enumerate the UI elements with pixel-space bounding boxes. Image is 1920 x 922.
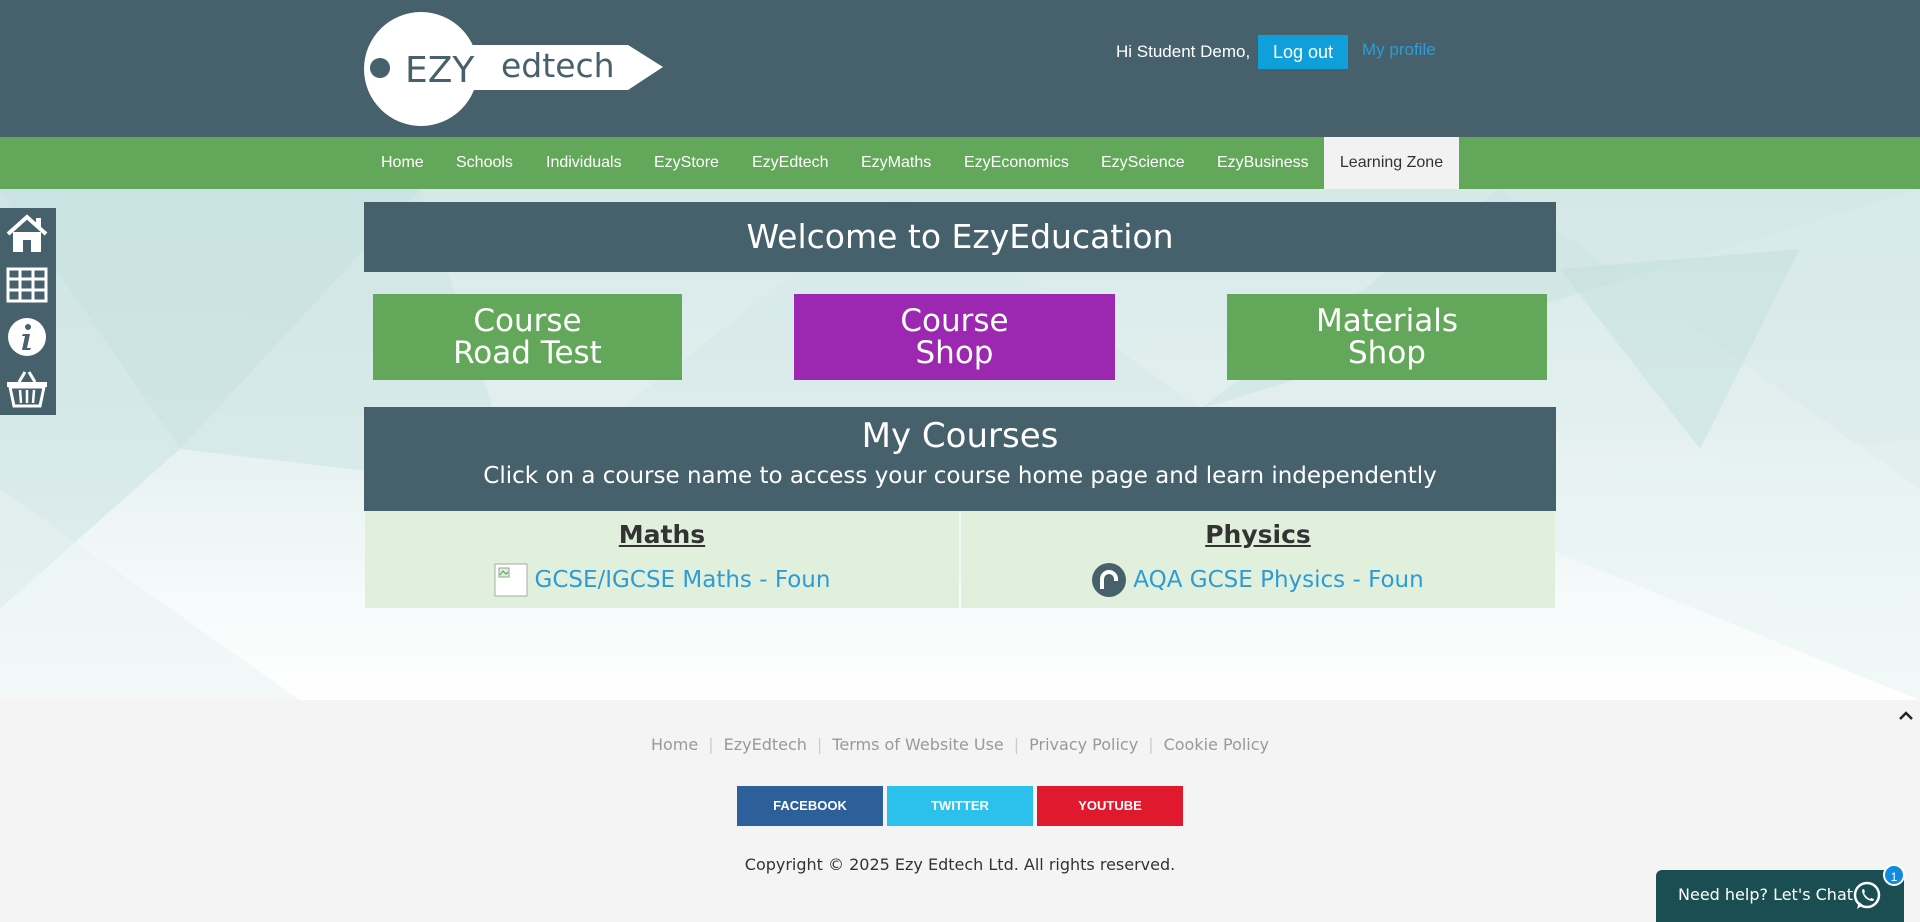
nav-item-learning-zone[interactable]: Learning Zone bbox=[1324, 137, 1459, 189]
welcome-banner: Welcome to EzyEducation bbox=[364, 202, 1556, 272]
footer-links: Home | EzyEdtech | Terms of Website Use | Priv… bbox=[0, 735, 1920, 754]
nav-item-ezyscience[interactable]: EzyScience bbox=[1101, 137, 1185, 189]
materials-shop-tile[interactable]: Materials Shop bbox=[1227, 294, 1547, 380]
whatsapp-icon bbox=[1853, 881, 1881, 909]
my-courses-header: My Courses Click on a course name to acc… bbox=[364, 407, 1556, 511]
site-footer: Home | EzyEdtech | Terms of Website Use | Priv… bbox=[0, 700, 1920, 922]
logo-text-ezy: EZY bbox=[405, 50, 475, 91]
course-road-test-tile[interactable]: Course Road Test bbox=[373, 294, 682, 380]
ezy-edtech-logo[interactable]: EZY edtech bbox=[363, 10, 663, 128]
nav-item-ezystore[interactable]: EzyStore bbox=[654, 137, 719, 189]
chevron-up-icon[interactable] bbox=[1896, 706, 1916, 726]
home-icon[interactable] bbox=[5, 212, 49, 256]
course-name: AQA GCSE Physics - Foun bbox=[1133, 567, 1424, 593]
footer-link-home[interactable]: Home bbox=[651, 735, 698, 754]
course-name: GCSE/IGCSE Maths - Foun bbox=[534, 567, 831, 593]
copyright-text: Copyright © 2025 Ezy Edtech Ltd. All rig… bbox=[744, 855, 1176, 874]
user-greeting: Hi Student Demo, bbox=[1116, 42, 1251, 61]
broken-image-icon bbox=[494, 563, 528, 597]
my-profile-link[interactable]: My profile bbox=[1362, 40, 1436, 60]
side-toolbar bbox=[0, 208, 56, 415]
table-icon[interactable] bbox=[5, 263, 49, 307]
nav-item-ezyeconomics[interactable]: EzyEconomics bbox=[964, 137, 1069, 189]
nav-item-individuals[interactable]: Individuals bbox=[546, 137, 622, 189]
logout-button[interactable]: Log out bbox=[1258, 35, 1348, 69]
tile-line-2: Road Test bbox=[453, 335, 602, 371]
nav-item-ezybusiness[interactable]: EzyBusiness bbox=[1217, 137, 1309, 189]
course-subject-physics[interactable]: Physics bbox=[961, 511, 1555, 551]
my-courses-title: My Courses bbox=[861, 416, 1059, 456]
footer-link-terms[interactable]: Terms of Website Use bbox=[832, 735, 1003, 754]
chat-widget[interactable]: Need help? Let's Chat bbox=[1656, 870, 1904, 922]
logo-text-edtech: edtech bbox=[501, 46, 615, 85]
course-cell-physics: Physics AQA GCSE Physics - Foun bbox=[961, 511, 1555, 608]
tile-line-1: Course bbox=[900, 303, 1009, 339]
tile-line-2: Shop bbox=[915, 335, 994, 371]
course-link-maths[interactable]: GCSE/IGCSE Maths - Foun bbox=[494, 563, 831, 597]
nav-item-ezyedtech[interactable]: EzyEdtech bbox=[752, 137, 828, 189]
info-icon[interactable] bbox=[5, 315, 49, 359]
chat-notification-badge: 1 bbox=[1883, 864, 1905, 886]
chat-label: Need help? Let's Chat bbox=[1678, 885, 1854, 904]
main-nav: Home Schools Individuals EzyStore EzyEdt… bbox=[0, 137, 1920, 189]
nav-item-home[interactable]: Home bbox=[381, 137, 424, 189]
footer-separator: | bbox=[1013, 735, 1020, 754]
course-shop-tile[interactable]: Course Shop bbox=[794, 294, 1115, 380]
magnet-icon bbox=[1092, 563, 1127, 597]
nav-item-schools[interactable]: Schools bbox=[456, 137, 513, 189]
tile-line-1: Course bbox=[473, 303, 582, 339]
basket-icon[interactable] bbox=[5, 366, 49, 410]
facebook-button[interactable]: FACEBOOK bbox=[737, 786, 883, 826]
footer-separator: | bbox=[1148, 735, 1154, 754]
my-courses-subtitle: Click on a course name to access your co… bbox=[483, 463, 1437, 489]
twitter-button[interactable]: TWITTER bbox=[887, 786, 1033, 826]
course-link-physics[interactable]: AQA GCSE Physics - Foun bbox=[1092, 563, 1424, 597]
footer-separator: | bbox=[708, 735, 714, 754]
nav-item-ezymaths[interactable]: EzyMaths bbox=[861, 137, 931, 189]
footer-link-cookie[interactable]: Cookie Policy bbox=[1164, 735, 1269, 754]
footer-separator: | bbox=[816, 735, 823, 754]
site-header: EZY edtech Hi Student Demo, Log out My p… bbox=[0, 0, 1920, 137]
footer-link-privacy[interactable]: Privacy Policy bbox=[1029, 735, 1138, 754]
course-subject-maths[interactable]: Maths bbox=[365, 511, 959, 551]
tile-line-2: Shop bbox=[1348, 335, 1426, 371]
footer-link-ezyedtech[interactable]: EzyEdtech bbox=[724, 735, 807, 754]
tile-line-1: Materials bbox=[1315, 303, 1459, 339]
course-cell-maths: Maths GCSE/IGCSE Maths - Foun bbox=[365, 511, 959, 608]
youtube-button[interactable]: YOUTUBE bbox=[1037, 786, 1183, 826]
